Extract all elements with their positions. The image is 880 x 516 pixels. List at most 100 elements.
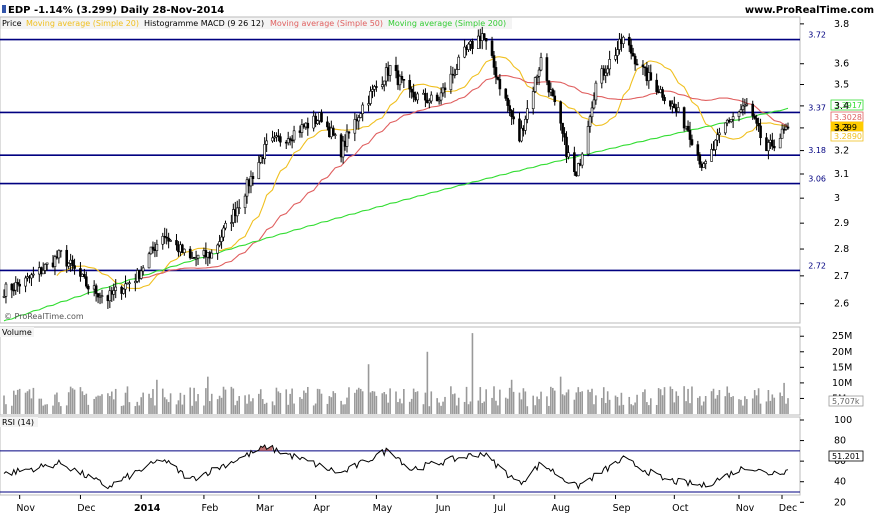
- candle-body: [533, 77, 537, 92]
- candle-body: [353, 119, 357, 134]
- volume-bar: [454, 393, 456, 414]
- legend-price[interactable]: Price: [2, 19, 22, 28]
- volume-bar: [465, 386, 468, 414]
- volume-bar: [573, 399, 576, 414]
- volume-bar: [757, 388, 760, 414]
- volume-bar: [718, 389, 721, 414]
- volume-bar: [218, 395, 221, 414]
- volume-bar: [277, 391, 280, 414]
- volume-bar: [655, 404, 658, 414]
- volume-bar: [312, 405, 315, 414]
- volume-bar: [348, 387, 350, 414]
- x-tick-label: Sep: [613, 503, 631, 514]
- volume-bar: [316, 388, 319, 414]
- volume-bar: [395, 391, 397, 414]
- candle-body: [175, 240, 178, 246]
- volume-bar: [769, 400, 772, 414]
- volume-bar: [642, 392, 644, 414]
- legend-ma20[interactable]: Moving average (Simple 20): [26, 19, 139, 28]
- volume-bar: [716, 395, 719, 414]
- candle-body: [745, 103, 749, 106]
- price-tick-label: 3.5: [834, 80, 849, 91]
- volume-bar: [216, 399, 219, 414]
- volume-bar: [265, 402, 268, 414]
- price-tick-label: 3: [834, 193, 840, 204]
- price-tick-label: 3.1: [834, 169, 849, 180]
- candle-body: [196, 254, 200, 259]
- candle-body: [484, 38, 488, 42]
- volume-bar: [526, 406, 529, 414]
- volume-bar: [42, 405, 44, 414]
- volume-bar: [385, 394, 387, 414]
- candle-body: [492, 55, 496, 68]
- candle-body: [243, 195, 247, 209]
- volume-bar: [650, 398, 652, 414]
- volume-bar: [165, 399, 168, 414]
- legend-ma50[interactable]: Moving average (Simple 50): [270, 19, 383, 28]
- candle-body: [531, 91, 535, 109]
- volume-bar: [567, 389, 570, 414]
- candle-body: [316, 120, 319, 124]
- candle-body: [661, 89, 664, 98]
- volume-bar: [669, 386, 672, 414]
- volume-bar: [261, 399, 264, 414]
- volume-bar: [156, 379, 158, 414]
- candle-body: [183, 248, 186, 253]
- candle-body: [592, 99, 596, 109]
- volume-bar: [236, 400, 239, 414]
- candle-body: [94, 285, 98, 294]
- volume-bar: [383, 392, 386, 414]
- volume-bar: [32, 387, 35, 414]
- volume-bar: [704, 396, 707, 414]
- volume-bar: [504, 397, 507, 414]
- volume-bar: [787, 398, 789, 414]
- candle-body: [263, 144, 266, 160]
- volume-bar: [675, 391, 678, 414]
- candle-body: [139, 270, 143, 279]
- rsi-line: [3, 444, 789, 490]
- volume-bar: [426, 351, 429, 414]
- volume-title: Volume: [2, 328, 32, 337]
- volume-bar: [67, 392, 70, 414]
- candle-body: [85, 276, 88, 287]
- volume-bar: [759, 403, 762, 414]
- volume-bar: [128, 402, 131, 414]
- site-name[interactable]: www.ProRealTime.com: [745, 5, 874, 16]
- candle-body: [361, 104, 364, 115]
- candle-body: [251, 176, 255, 180]
- candle-body: [573, 152, 576, 173]
- volume-bar: [307, 386, 309, 414]
- volume-bar: [124, 392, 127, 414]
- volume-bar: [346, 397, 348, 414]
- candle-body: [524, 118, 527, 131]
- candle-body: [347, 131, 351, 134]
- volume-bar: [285, 389, 288, 414]
- volume-bar: [399, 398, 401, 414]
- rsi-tick-label: 20: [834, 497, 846, 508]
- volume-bar: [442, 401, 444, 414]
- volume-bar: [3, 395, 5, 414]
- candle-body: [443, 87, 447, 91]
- volume-bar: [601, 397, 603, 414]
- candle-body: [490, 40, 494, 56]
- volume-bar: [506, 398, 509, 414]
- candle-body: [622, 36, 625, 45]
- price-tick-label: 3.4: [834, 101, 849, 112]
- volume-bar: [107, 393, 109, 414]
- candle-body: [759, 125, 762, 139]
- volume-bar: [13, 390, 15, 414]
- candle-body: [704, 161, 707, 164]
- legend-ma200[interactable]: Moving average (Simple 200): [388, 19, 506, 28]
- volume-bar: [252, 398, 254, 414]
- legend-macd[interactable]: Histogramme MACD (9 26 12): [144, 19, 264, 28]
- candle-body: [216, 244, 219, 254]
- x-tick-label: Nov: [16, 503, 35, 514]
- volume-bar: [634, 402, 636, 414]
- volume-plot: [3, 333, 789, 414]
- price-tick-label: 2.6: [834, 299, 849, 310]
- volume-bar: [691, 386, 693, 414]
- volume-bar: [471, 333, 474, 414]
- volume-bar: [751, 398, 754, 414]
- last-value-tag: 3.3028: [830, 111, 864, 123]
- volume-bar: [65, 405, 68, 414]
